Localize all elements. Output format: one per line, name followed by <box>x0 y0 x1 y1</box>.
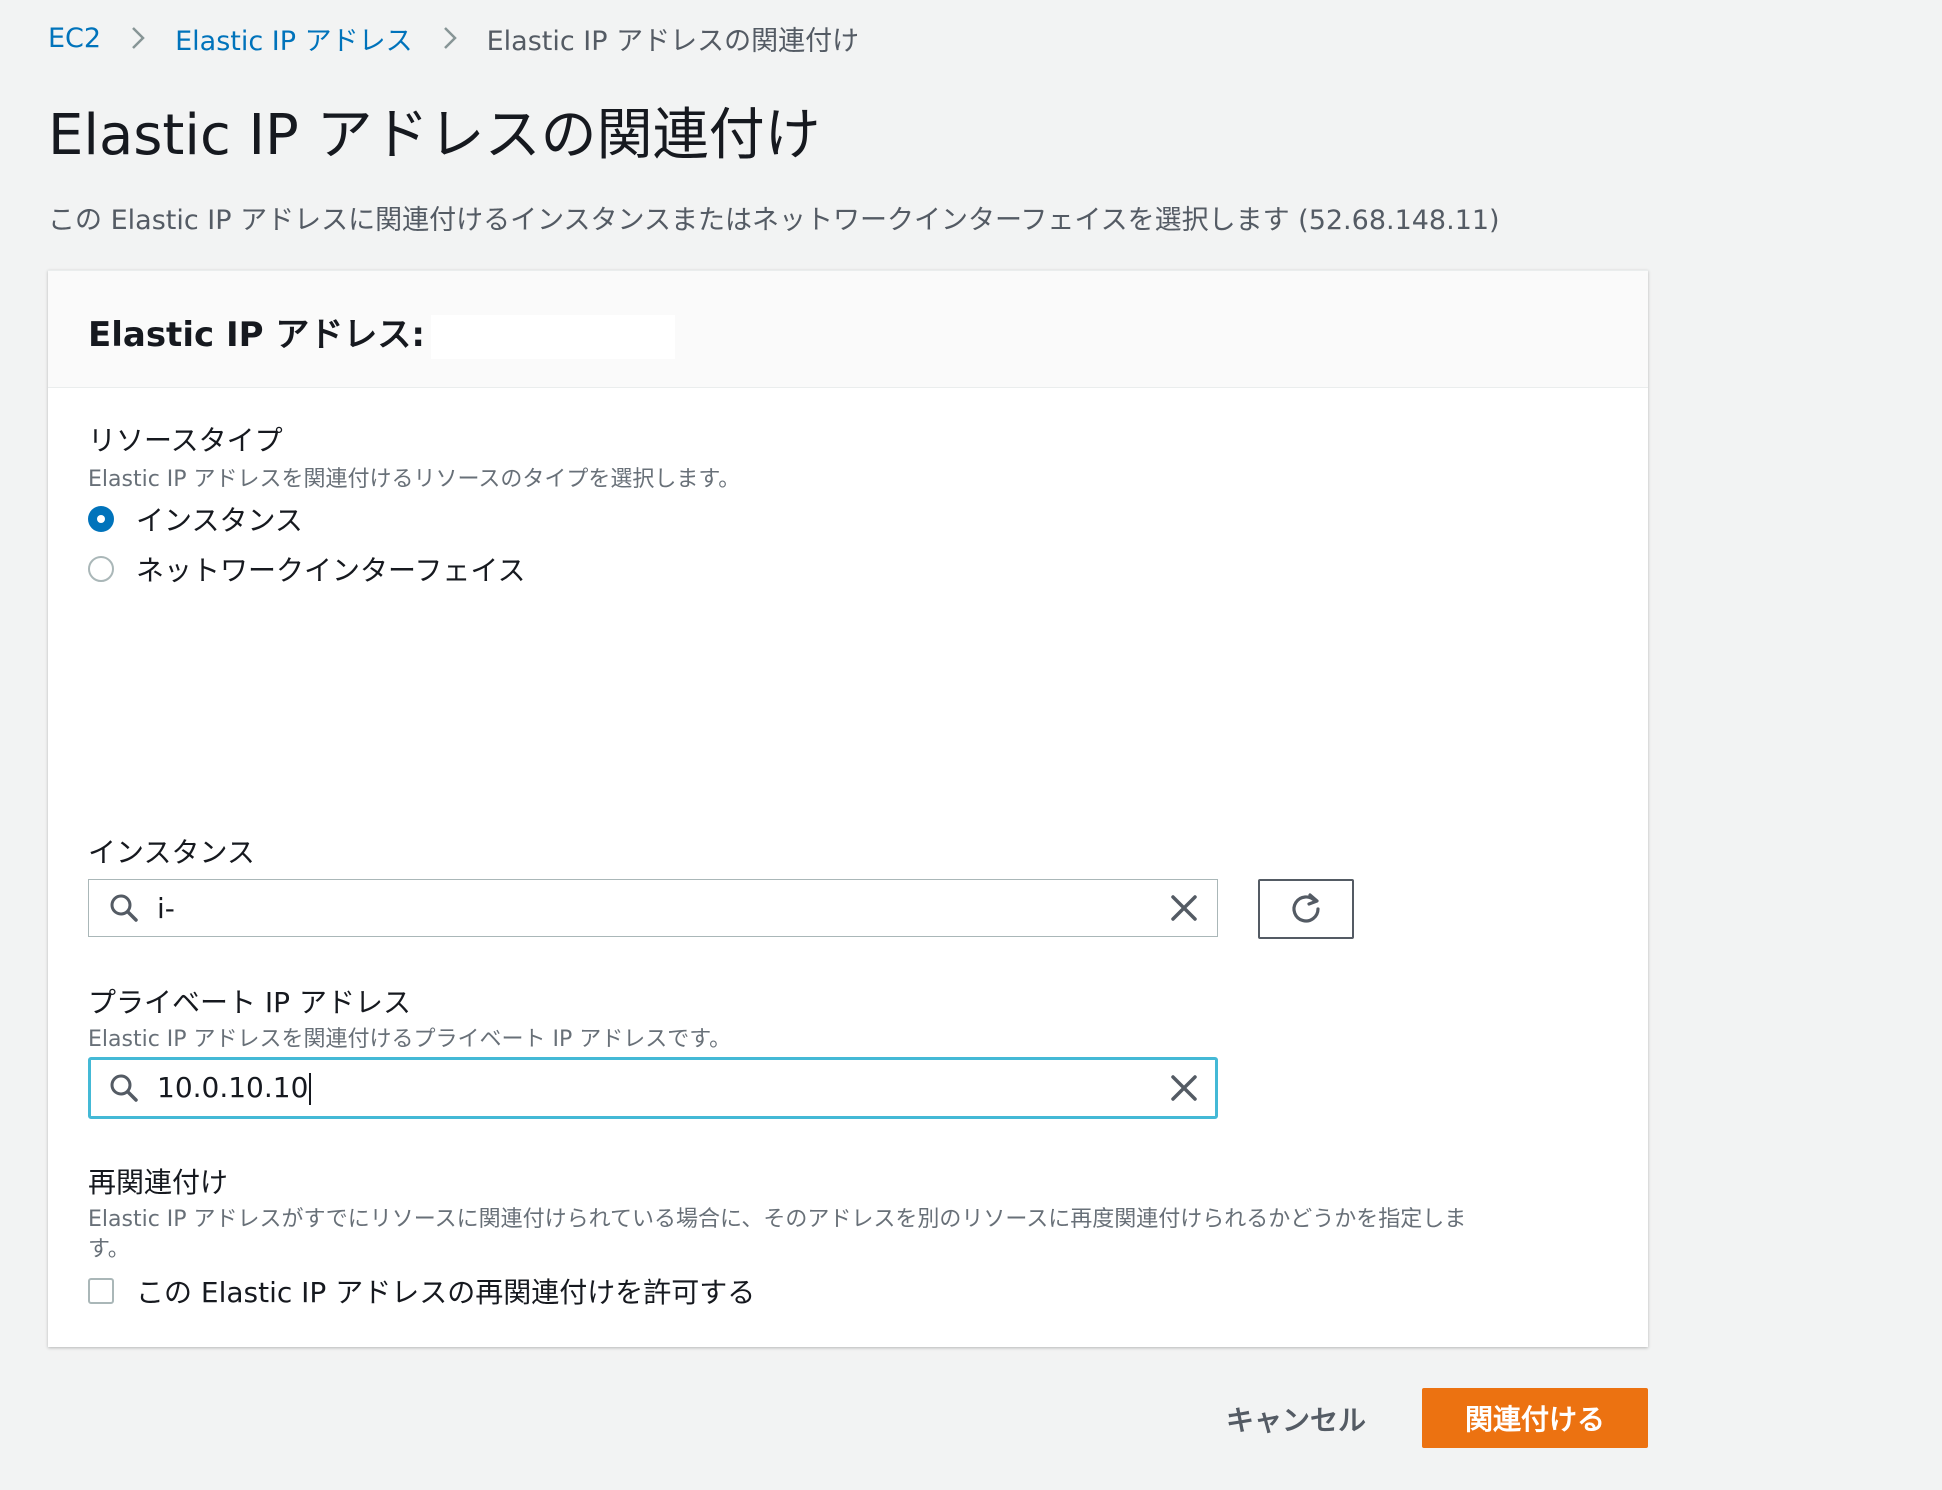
cancel-button[interactable]: キャンセル <box>1206 1390 1386 1448</box>
chevron-right-icon <box>443 27 457 49</box>
radio-network-interface[interactable]: ネットワークインターフェイス <box>88 549 525 589</box>
radio-button[interactable] <box>88 556 114 582</box>
instance-label: インスタンス <box>88 836 255 869</box>
private-ip-label: プライベート IP アドレス <box>88 986 411 1019</box>
breadcrumb-current: Elastic IP アドレスの関連付け <box>486 25 860 57</box>
private-ip-value: 10.0.10.10 <box>157 1071 309 1104</box>
breadcrumb-elastic-ip[interactable]: Elastic IP アドレス <box>175 19 413 58</box>
text-caret <box>309 1073 312 1105</box>
close-icon[interactable] <box>1169 893 1199 923</box>
page-title: Elastic IP アドレスの関連付け <box>48 103 821 168</box>
checkbox[interactable] <box>88 1278 114 1304</box>
radio-network-interface-label: ネットワークインターフェイス <box>136 554 526 587</box>
redacted-ip-value <box>430 314 675 359</box>
allow-reassociation-checkbox[interactable]: この Elastic IP アドレスの再関連付けを許可する <box>88 1271 755 1311</box>
close-icon[interactable] <box>1169 1073 1199 1103</box>
chevron-right-icon <box>132 27 145 49</box>
search-icon <box>110 1074 138 1102</box>
reassociation-label: 再関連付け <box>88 1166 229 1199</box>
refresh-icon <box>1292 893 1320 923</box>
resource-type-label: リソースタイプ <box>88 424 283 457</box>
instance-search-value[interactable]: i- <box>157 892 1169 925</box>
resource-type-description: Elastic IP アドレスを関連付けるリソースのタイプを選択します。 <box>88 467 741 492</box>
breadcrumb: EC2 Elastic IP アドレス Elastic IP アドレスの関連付け <box>48 18 859 58</box>
radio-button-selected[interactable] <box>88 506 114 532</box>
association-panel: Elastic IP アドレス: リソースタイプ Elastic IP アドレス… <box>48 270 1648 1347</box>
associate-button[interactable]: 関連付ける <box>1422 1388 1648 1448</box>
panel-title-label: Elastic IP アドレス: <box>88 315 425 355</box>
reassociation-description-line2: す。 <box>88 1237 130 1262</box>
panel-header: Elastic IP アドレス: <box>48 271 1648 388</box>
instance-search-input[interactable]: i- <box>88 879 1218 937</box>
reassociation-description-line1: Elastic IP アドレスがすでにリソースに関連付けられている場合に、そのア… <box>88 1207 1467 1232</box>
breadcrumb-ec2[interactable]: EC2 <box>48 23 101 54</box>
page-description: この Elastic IP アドレスに関連付けるインスタンスまたはネットワークイ… <box>48 205 1500 236</box>
private-ip-search-field[interactable]: 10.0.10.10 <box>157 1071 1169 1105</box>
refresh-button[interactable] <box>1258 879 1354 939</box>
allow-reassociation-label: この Elastic IP アドレスの再関連付けを許可する <box>136 1276 756 1309</box>
panel-title: Elastic IP アドレス: <box>88 307 675 359</box>
radio-instance-label: インスタンス <box>136 504 303 537</box>
radio-instance[interactable]: インスタンス <box>88 499 303 539</box>
private-ip-description: Elastic IP アドレスを関連付けるプライベート IP アドレスです。 <box>88 1027 732 1052</box>
search-icon <box>110 894 138 922</box>
private-ip-search-input[interactable]: 10.0.10.10 <box>88 1057 1218 1119</box>
